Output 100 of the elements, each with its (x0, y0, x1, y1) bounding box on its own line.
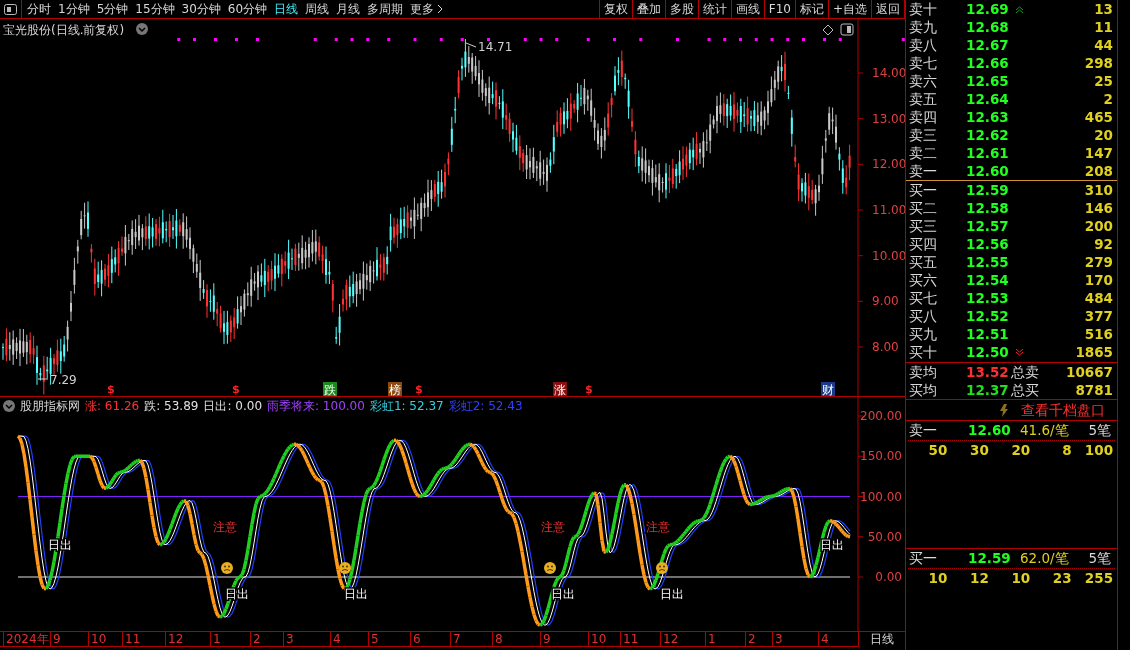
level-name: 卖九 (908, 17, 938, 37)
dropdown-icon[interactable] (3, 400, 15, 412)
legend-value: 跌: 53.89 (144, 398, 199, 415)
time-label: 9 (50, 632, 61, 647)
level-name: 买九 (908, 324, 938, 344)
axis-label: 9.00 (872, 294, 899, 309)
toolbar-button[interactable]: 标记 (795, 0, 829, 18)
period-tab[interactable]: 日线 (274, 0, 299, 18)
level-name: 卖五 (908, 89, 938, 109)
axis-label: 11.00 (872, 203, 905, 217)
order-quantity: 255 (1083, 568, 1114, 588)
volume-value: 25 (1094, 71, 1113, 91)
price-value: 12.65 (966, 71, 1010, 91)
axis-label: 12.00 (872, 157, 905, 172)
level-name: 买二 (908, 198, 938, 218)
panel-toggle-icon[interactable] (840, 23, 854, 36)
volume-value: 13 (1094, 0, 1113, 19)
price-value: 12.56 (966, 234, 1010, 254)
event-tag[interactable]: 跌 (323, 382, 337, 396)
period-tab[interactable]: 1分钟 (58, 0, 90, 18)
time-label: 1 (705, 632, 716, 647)
limit-up-icon (1016, 5, 1023, 13)
toolbar-button[interactable]: 多股 (665, 0, 699, 18)
average-value: 41.6/笔 (1020, 421, 1069, 441)
toolbar-button[interactable]: 统计 (698, 0, 732, 18)
level-name: 买十 (908, 342, 938, 362)
level-name: 卖六 (908, 71, 938, 91)
toolbar-button[interactable]: F10 (764, 0, 796, 18)
order-quantity: 100 (1083, 440, 1114, 460)
period-tab[interactable]: 周线 (305, 0, 330, 18)
toolbar-button[interactable]: 画线 (731, 0, 765, 18)
level-name: 买六 (908, 270, 938, 290)
level-name: 卖四 (908, 107, 938, 127)
count-value: 5笔 (1088, 421, 1111, 441)
signal-marker: $ (415, 383, 423, 396)
time-label: 4 (818, 632, 829, 647)
price-value: 12.53 (966, 288, 1010, 308)
leader-line (37, 378, 49, 380)
total-value: 8781 (1075, 380, 1113, 400)
volume-value: 147 (1084, 143, 1113, 163)
level-name: 卖一 (908, 161, 938, 181)
order-quantity: 30 (969, 440, 989, 460)
volume-value: 2 (1103, 89, 1113, 109)
axis-label: 200.00 (860, 409, 902, 423)
event-tag[interactable]: 财 (821, 382, 835, 396)
time-label: 1 (210, 632, 221, 647)
diamond-icon[interactable] (822, 24, 834, 36)
high-price-label: 14.71 (478, 40, 513, 54)
period-tab[interactable]: 30分钟 (181, 0, 221, 18)
period-tab[interactable]: 月线 (336, 0, 361, 18)
period-tab[interactable]: 5分钟 (96, 0, 129, 18)
smiley-icon (339, 562, 351, 574)
limit-down-icon (1016, 348, 1023, 356)
level-name: 买一 (908, 180, 938, 200)
level-name: 买一 (908, 549, 938, 569)
level-name: 买八 (908, 306, 938, 326)
price-value: 12.51 (966, 324, 1010, 344)
depth-link[interactable]: 查看千档盘口 (1021, 399, 1105, 421)
event-tag[interactable]: 涨 (553, 382, 567, 396)
time-label: 3 (283, 632, 294, 647)
legend-value: 日出: 0.00 (203, 398, 262, 415)
time-label: 11 (122, 632, 141, 647)
panel-toggle-icon[interactable] (4, 3, 17, 15)
period-tab[interactable]: 更多 (410, 0, 444, 18)
toolbar-button[interactable]: 叠加 (632, 0, 666, 18)
signal-marker: $ (232, 383, 240, 396)
signal-marker: $ (107, 383, 115, 396)
total-label: 总买 (1011, 380, 1039, 400)
period-label: 日线 (858, 632, 905, 647)
time-label: 5 (368, 632, 379, 647)
legend-value: 彩虹1: 52.37 (369, 398, 444, 415)
price-value: 12.59 (966, 180, 1010, 200)
chart-title: 宝光股份(日线.前复权) (3, 23, 125, 37)
period-tab[interactable]: 60分钟 (227, 0, 268, 18)
level-name: 卖三 (908, 125, 938, 145)
price-value: 12.55 (966, 252, 1010, 272)
price-value: 12.54 (966, 270, 1010, 290)
volume-value: 298 (1084, 53, 1113, 73)
level-name: 买均 (908, 380, 938, 400)
dropdown-icon[interactable] (136, 23, 148, 35)
axis-label: 100.00 (860, 489, 902, 504)
sunrise-label: 日出 (660, 587, 684, 601)
level-name: 买七 (908, 288, 938, 308)
event-tag[interactable]: 榜 (388, 382, 402, 396)
toolbar-button[interactable]: 复权 (599, 0, 633, 18)
signal-marker: $ (585, 383, 593, 396)
period-tab[interactable]: 分时 (27, 0, 51, 18)
volume-value: 310 (1084, 180, 1113, 200)
time-label: 10 (588, 632, 607, 647)
axis-label: 150.00 (860, 449, 902, 464)
toolbar-button[interactable]: +自选 (828, 0, 872, 18)
price-value: 12.59 (968, 549, 1012, 569)
order-quantity: 20 (1010, 440, 1031, 460)
toolbar-button[interactable]: 返回 (872, 0, 905, 18)
legend-value: 雨季将来: 100.00 (267, 398, 365, 415)
period-tab[interactable]: 15分钟 (135, 0, 175, 18)
period-tab[interactable]: 多周期 (367, 0, 404, 18)
time-label: 2024年 (3, 632, 49, 647)
price-value: 12.63 (966, 107, 1010, 127)
volume-value: 1865 (1075, 342, 1113, 362)
